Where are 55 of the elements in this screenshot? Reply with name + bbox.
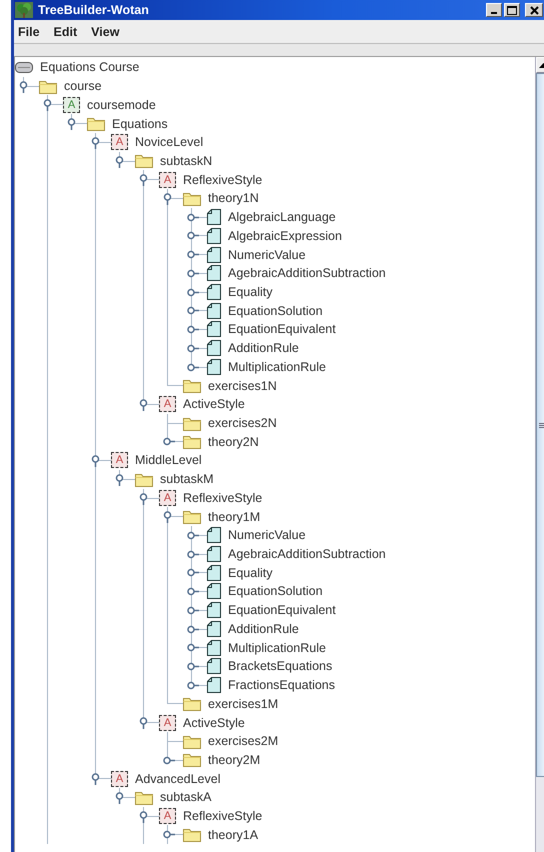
tree-node-label[interactable]: AdditionRule (228, 341, 299, 356)
window-title: TreeBuilder-Wotan (38, 3, 149, 17)
menu-item[interactable]: View (91, 24, 120, 38)
tree-node-label[interactable]: Equality (228, 284, 272, 299)
tree-node-label[interactable]: AgebraicAdditionSubtraction (228, 547, 386, 562)
tree-node-label[interactable]: MiddleLevel (135, 453, 202, 468)
tree-node-label[interactable]: ReflexiveStyle (183, 490, 262, 505)
attribute-icon: A (159, 808, 176, 824)
attribute-icon: A (159, 714, 176, 731)
tree-node-label[interactable]: exercises2M (208, 734, 278, 748)
menu-item[interactable]: Edit (54, 24, 78, 38)
tree-node-label[interactable]: AlgebraicExpression (228, 228, 342, 243)
tree-node-label[interactable]: MultiplicationRule (228, 360, 326, 374)
tree-node-label[interactable]: theory2M (208, 752, 260, 767)
tree-node-label[interactable]: subtaskN (160, 154, 212, 168)
tree-node-label[interactable]: ActiveStyle (183, 397, 245, 412)
tree-node-label[interactable]: Equations (112, 116, 168, 131)
attribute-icon: A (111, 134, 128, 150)
tree-node-label[interactable]: AlgebraicLanguage (228, 210, 336, 224)
tree-node-label[interactable]: exercises1N (208, 378, 277, 393)
tree-node-label[interactable]: Equations Course (40, 60, 140, 74)
tree-node-label[interactable]: coursemode (87, 98, 156, 112)
tree-node-label[interactable]: EquationEquivalent (228, 603, 336, 618)
tree-node-label[interactable]: NumericValue (228, 528, 306, 542)
tree-node-label[interactable]: theory2N (208, 434, 259, 449)
tree-node-label[interactable]: course (64, 79, 102, 94)
tree-node-label[interactable]: theory1A (208, 828, 258, 842)
tree-node-label[interactable]: EquationSolution (228, 304, 323, 318)
attribute-icon: A (111, 452, 128, 468)
tree-node-label[interactable]: theory1N (208, 191, 259, 206)
tree-node-label[interactable]: MultiplicationRule (228, 640, 326, 655)
tree-node-label[interactable]: FractionsEquations (228, 678, 336, 692)
attribute-icon: A (159, 490, 176, 506)
tree-node-label[interactable]: subtaskM (160, 472, 214, 486)
tree-node-label[interactable]: AdditionRule (228, 622, 299, 636)
tree-node-label[interactable]: AgebraicAdditionSubtraction (228, 266, 386, 280)
menu-item[interactable]: File (18, 24, 40, 38)
attribute-icon: A (111, 770, 128, 787)
attribute-icon: A (63, 96, 80, 113)
tree-node-label[interactable]: subtaskA (160, 790, 212, 804)
tree-node-label[interactable]: NoviceLevel (135, 135, 204, 150)
tree-node-label[interactable]: ActiveStyle (183, 716, 245, 730)
tree-node-label[interactable]: Equality (228, 566, 272, 580)
tree-node-label[interactable]: BracketsEquations (228, 659, 332, 674)
tree-node-label[interactable]: theory1M (208, 510, 260, 524)
tree-node-label[interactable]: exercises1M (208, 696, 278, 711)
attribute-icon: A (159, 172, 176, 188)
tree-node-label[interactable]: AdvancedLevel (135, 772, 220, 786)
tree-node-label[interactable]: ReflexiveStyle (183, 809, 262, 824)
attribute-icon: A (159, 396, 176, 412)
tree-node-label[interactable]: NumericValue (228, 248, 306, 262)
tree-node-label[interactable]: ReflexiveStyle (183, 172, 262, 187)
tree-node-label[interactable]: EquationSolution (228, 584, 323, 598)
tree-node-label[interactable]: EquationEquivalent (228, 322, 336, 336)
tree-node-label[interactable]: exercises2N (208, 416, 277, 430)
